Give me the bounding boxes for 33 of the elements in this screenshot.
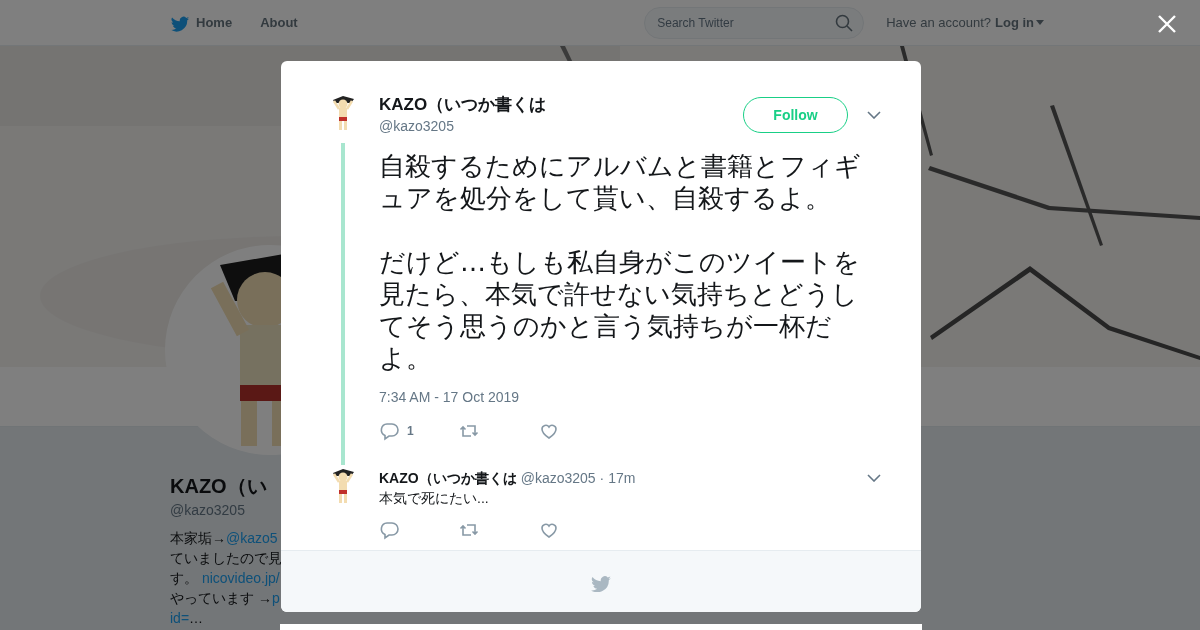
account-prompt: Have an account? (886, 15, 991, 30)
close-icon[interactable] (1157, 14, 1177, 34)
tweet-time[interactable]: 17m (608, 468, 636, 488)
nav-link[interactable]: About (260, 15, 298, 30)
caret-icon (1036, 20, 1044, 25)
avatar-icon (330, 468, 356, 504)
reply-icon[interactable] (379, 421, 399, 441)
search-icon[interactable] (835, 13, 854, 32)
timestamp: 7:34 AM - 17 Oct 2019 (379, 388, 521, 406)
bio-text: 本家垢→ (170, 529, 226, 548)
profile-name: KAZO（い (170, 474, 267, 498)
bio-text: … (189, 609, 204, 628)
author-name: KAZO（いつか書くは (379, 469, 517, 488)
bio-link[interactable]: nicovideo.jp/ (201, 568, 280, 588)
bio-text: ていましたので見 (170, 549, 282, 568)
action-count: 1 (407, 424, 414, 438)
bio-link[interactable]: p (271, 588, 280, 608)
separator-dot: · (599, 469, 605, 488)
bird-icon (590, 573, 612, 592)
reply-icon[interactable] (379, 520, 399, 540)
bio-text: やっています → (170, 589, 272, 608)
tweet-text: 本気で死にたい... (379, 489, 490, 508)
login-link[interactable]: Log in (995, 15, 1044, 30)
bio-link[interactable]: id= (170, 608, 190, 628)
author-handle: @kazo3205 (520, 469, 596, 488)
chevron-icon[interactable] (867, 474, 881, 482)
bio-link[interactable]: @kazo5 (226, 528, 278, 548)
bio-text: す。 (170, 569, 199, 588)
nav-link[interactable]: Home (170, 13, 233, 32)
search-field[interactable]: Search Twitter (644, 6, 865, 39)
heart-icon[interactable] (539, 520, 559, 540)
heart-icon[interactable] (539, 421, 559, 441)
profile-handle: @kazo3205 (170, 501, 245, 520)
